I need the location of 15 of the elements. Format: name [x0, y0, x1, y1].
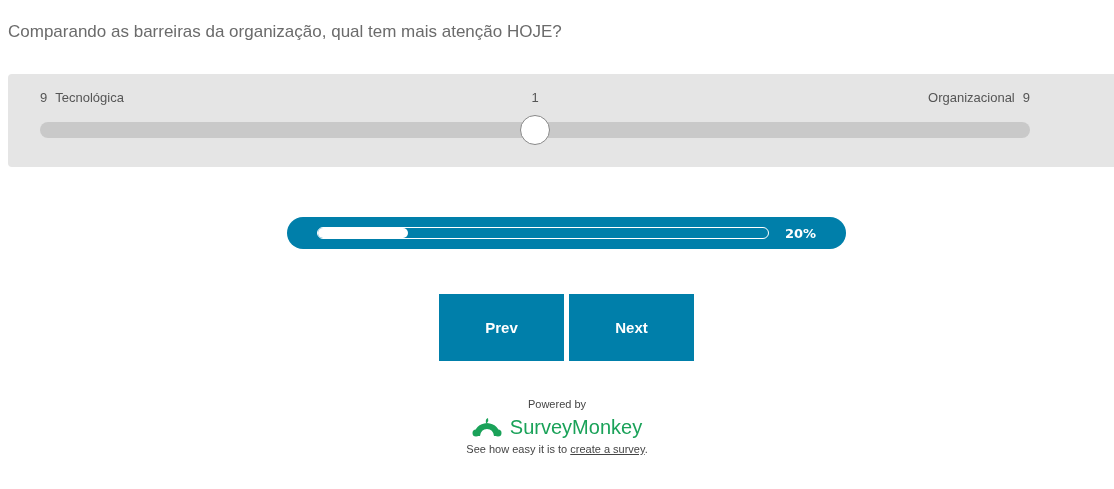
scale-value: 9 — [40, 90, 48, 105]
slider-thumb[interactable] — [520, 115, 550, 145]
nav-button[interactable]: Prev — [439, 294, 564, 361]
question-text: Comparando as barreiras da organização, qual tem mais atenção HOJE? — [7, 21, 563, 43]
create-survey-link[interactable]: create a survey — [570, 443, 645, 455]
brand-name: SurveyMonkey — [509, 416, 643, 439]
scale-label: Tecnológica — [55, 90, 124, 105]
scale-value: 1 — [531, 90, 539, 105]
nav-button[interactable]: Next — [569, 294, 694, 361]
scale-label: Organizacional — [928, 90, 1015, 105]
powered-by-text: Powered by — [527, 398, 587, 410]
scale-value: 9 — [1022, 90, 1030, 105]
logo-icon — [471, 417, 502, 438]
progress-reading: 20% — [784, 225, 816, 241]
promo-text: See how easy it is to create a survey. — [466, 443, 648, 455]
